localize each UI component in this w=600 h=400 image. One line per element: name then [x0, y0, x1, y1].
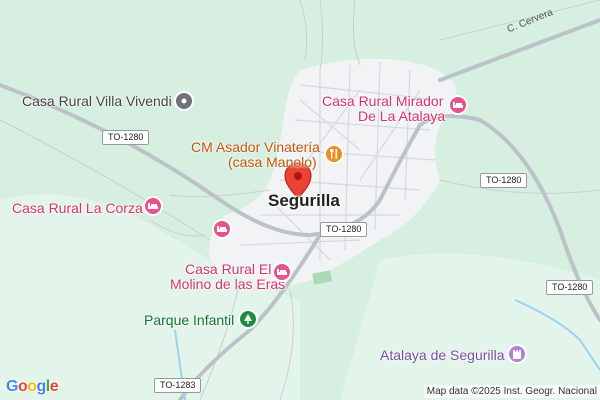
place-label-molino-line2[interactable]: Molino de las Eras — [170, 277, 285, 291]
castle-icon[interactable] — [507, 344, 527, 364]
logo-letter: o — [17, 378, 28, 395]
map-view[interactable]: TO-1280 TO-1280 TO-1280 TO-1280 TO-1283 … — [0, 0, 600, 400]
place-dot-icon[interactable] — [174, 91, 194, 111]
bed-icon[interactable] — [448, 95, 468, 115]
road-shield-to1280-b: TO-1280 — [480, 173, 528, 188]
place-label-villa-vivendi[interactable]: Casa Rural Villa Vivendi — [22, 94, 172, 108]
map-attribution[interactable]: Map data ©2025 Inst. Geogr. Nacional — [423, 385, 600, 398]
road-shield-to1280-a: TO-1280 — [102, 130, 150, 145]
place-label-asador[interactable]: CM Asador Vinatería — [191, 140, 320, 154]
logo-letter: e — [49, 378, 59, 395]
logo-letter: g — [36, 378, 47, 395]
road-shield-to1280-c: TO-1280 — [320, 222, 368, 237]
road-shield-to1280-d: TO-1280 — [546, 280, 594, 295]
logo-letter: G — [6, 378, 18, 395]
logo-letter: o — [27, 378, 37, 395]
place-label-molino[interactable]: Casa Rural El — [185, 262, 271, 276]
place-label-mirador-line2[interactable]: De La Atalaya — [358, 109, 445, 123]
bed-icon[interactable] — [272, 262, 292, 282]
place-label-atalaya[interactable]: Atalaya de Segurilla — [380, 348, 505, 362]
bed-icon[interactable] — [143, 196, 163, 216]
town-label-segurilla[interactable]: Segurilla — [268, 192, 340, 209]
tree-icon[interactable] — [238, 309, 258, 329]
place-label-parque[interactable]: Parque Infantil — [144, 313, 234, 327]
place-label-mirador[interactable]: Casa Rural Mirador — [322, 94, 443, 108]
google-logo: Google — [6, 378, 59, 396]
place-label-la-corza[interactable]: Casa Rural La Corza — [12, 201, 143, 215]
fork-knife-icon[interactable] — [324, 144, 344, 164]
place-label-asador-line2[interactable]: (casa Manolo) — [228, 155, 317, 169]
road-shield-to1283: TO-1283 — [154, 378, 202, 393]
bed-icon[interactable] — [212, 219, 232, 239]
